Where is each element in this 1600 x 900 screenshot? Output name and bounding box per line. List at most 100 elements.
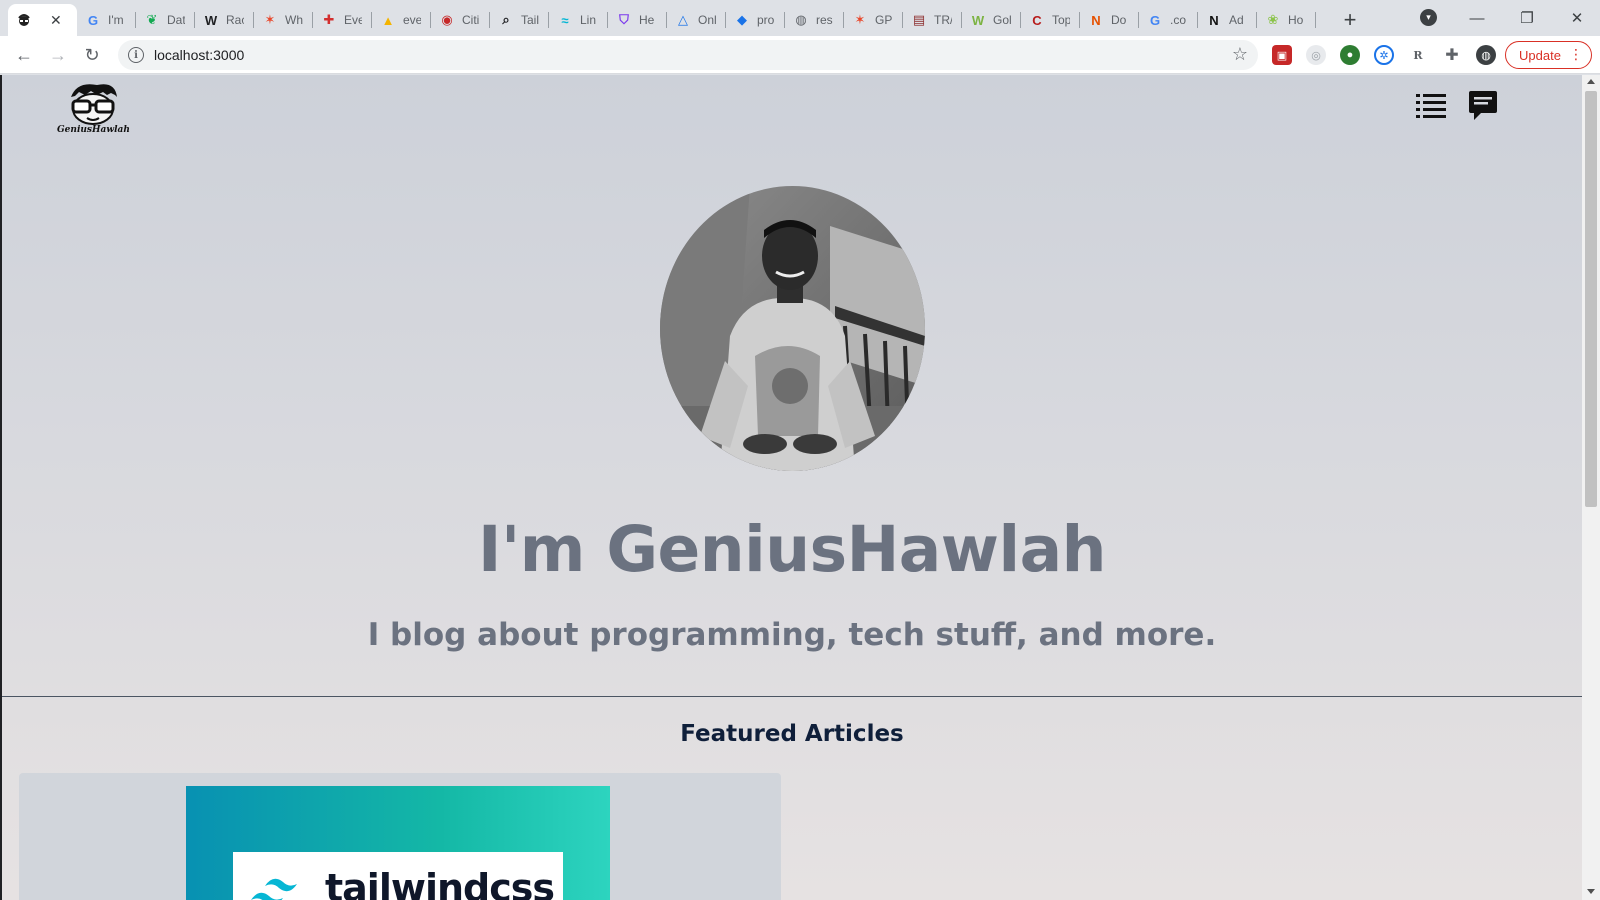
tab-lin[interactable]: ≈ Lin [549,4,608,36]
citi-globe-icon: ◉ [441,12,453,27]
gitlab-style-icon: ✶ [854,12,866,27]
n-orange-icon: N [1091,12,1101,28]
tab-title: res [816,13,833,27]
extension-circle-icon[interactable]: ◎ [1306,45,1326,65]
triangle-icon: △ [678,12,688,27]
tab-tr[interactable]: ▤ TR/ [903,4,962,36]
scroll-up-arrow-icon[interactable] [1587,79,1595,84]
thumbnail-brand-text: tailwindcss [325,866,555,900]
featured-articles-heading: Featured Articles [680,721,904,747]
tab-co[interactable]: G .co [1139,4,1198,36]
tab-title: Top [1052,13,1070,27]
logo-wordmark: GeniusHawlah [57,125,130,135]
tab-eve[interactable]: ▲ eve [372,4,431,36]
author-photo [660,186,925,471]
w-icon: W [971,12,985,28]
tab-title: Eve [344,13,362,27]
extension-red-icon[interactable]: ▣ [1272,45,1292,65]
tab-dat[interactable]: ❦ Dat [136,4,195,36]
tab-tail[interactable]: ⌕ Tail [490,4,549,36]
tab-separator [1315,12,1316,28]
page-scrollbar[interactable] [1582,75,1600,900]
tab-top[interactable]: C Top [1021,4,1080,36]
tab-onl[interactable]: △ Onl [667,4,726,36]
c-icon: C [1032,12,1042,28]
tab-title: Tail [521,13,539,27]
tab-ho[interactable]: ❀ Ho [1257,4,1316,36]
tailwind-icon: ≈ [561,12,569,28]
minimize-icon[interactable]: — [1454,4,1500,32]
tab-rac[interactable]: W Rac [195,4,254,36]
tab-res[interactable]: ◍ res [785,4,844,36]
google-icon: G [87,12,99,28]
profile-avatar-icon[interactable]: ◍ [1476,45,1496,65]
extension-r-icon[interactable]: R [1408,45,1428,65]
tab-title: Gol [993,13,1011,27]
forward-icon[interactable]: → [44,41,72,69]
tab-title: Dat [167,13,185,27]
tab-eve[interactable]: ✚ Eve [313,4,372,36]
more-menu-icon[interactable]: ⋮ [1569,45,1583,65]
tab-title: eve [403,13,421,27]
tab-title: Do [1111,13,1127,27]
reload-icon[interactable]: ↻ [78,41,106,69]
hero-subtitle: I blog about programming, tech stuff, an… [367,617,1217,653]
tab-title: TR/ [934,13,952,27]
tab-title: Wh [285,13,303,27]
tab-do[interactable]: N Do [1080,4,1139,36]
tab-title: Rac [226,13,244,27]
extensions-puzzle-icon[interactable]: ✚ [1442,45,1462,65]
site-logo[interactable]: GeniusHawlah [57,83,130,139]
search-icon: ⌕ [502,12,510,27]
extension-globe-icon[interactable]: ● [1340,45,1360,65]
new-tab-button[interactable]: + [1336,6,1364,34]
scroll-down-arrow-icon[interactable] [1587,889,1595,894]
tailwind-logo-icon [251,878,297,900]
url-text[interactable]: localhost:3000 [154,47,244,63]
article-card[interactable]: tailwindcss [19,773,781,900]
page-viewport: GeniusHawlah I'm GeniusHawlah I blog abo… [2,75,1582,900]
paw-icon: ❀ [1267,12,1279,27]
red-cross-icon: ✚ [323,12,335,27]
site-info-icon[interactable]: i [128,47,144,63]
thumbnail-logo-panel: tailwindcss [233,852,563,900]
update-label: Update [1519,47,1561,63]
tab-title: Lin [580,13,597,27]
n-black-icon: N [1209,12,1219,28]
chat-bubble-icon[interactable] [1468,89,1498,123]
extension-gear-icon[interactable]: ✲ [1374,45,1394,65]
close-window-icon[interactable]: ✕ [1554,4,1600,32]
tab-gp[interactable]: ✶ GP [844,4,903,36]
list-menu-icon[interactable] [1416,92,1446,120]
avatar [660,186,925,471]
tab-pro[interactable]: ◆ pro [726,4,785,36]
tab-title: .co [1170,13,1187,27]
address-bar[interactable]: i localhost:3000 ☆ [118,40,1258,70]
scroll-thumb[interactable] [1585,91,1597,507]
geniushawlah-favicon-icon [16,12,32,28]
back-icon[interactable]: ← [10,41,38,69]
google-icon: G [1149,12,1161,28]
article-thumbnail[interactable]: tailwindcss [186,786,610,900]
gitlab-style-icon: ✶ [264,12,276,27]
logo-face-icon [71,84,117,125]
tab-title: He [639,13,655,27]
globe-icon: ◍ [795,12,807,27]
tab-im[interactable]: G I'm [77,4,136,36]
tab-citi[interactable]: ◉ Citi [431,4,490,36]
restore-icon[interactable]: ❐ [1504,4,1550,32]
shield-icon: ⛉ [619,12,629,27]
tab-search-icon[interactable]: ▾ [1420,9,1437,26]
drive-icon: ▲ [381,12,395,28]
browser-toolbar: ← → ↻ i localhost:3000 ☆ [0,36,1600,74]
tab-gol[interactable]: W Gol [962,4,1021,36]
update-button[interactable]: Update ⋮ [1505,41,1592,69]
tab-wh[interactable]: ✶ Wh [254,4,313,36]
bookmark-star-icon[interactable]: ☆ [1232,44,1248,65]
tab-he[interactable]: ⛉ He [608,4,667,36]
tab-ad[interactable]: N Ad [1198,4,1257,36]
close-tab-icon[interactable]: ✕ [50,12,62,29]
tab-active[interactable]: ✕ [8,4,77,36]
tab-title: I'm [108,13,124,27]
section-divider [2,696,1582,697]
